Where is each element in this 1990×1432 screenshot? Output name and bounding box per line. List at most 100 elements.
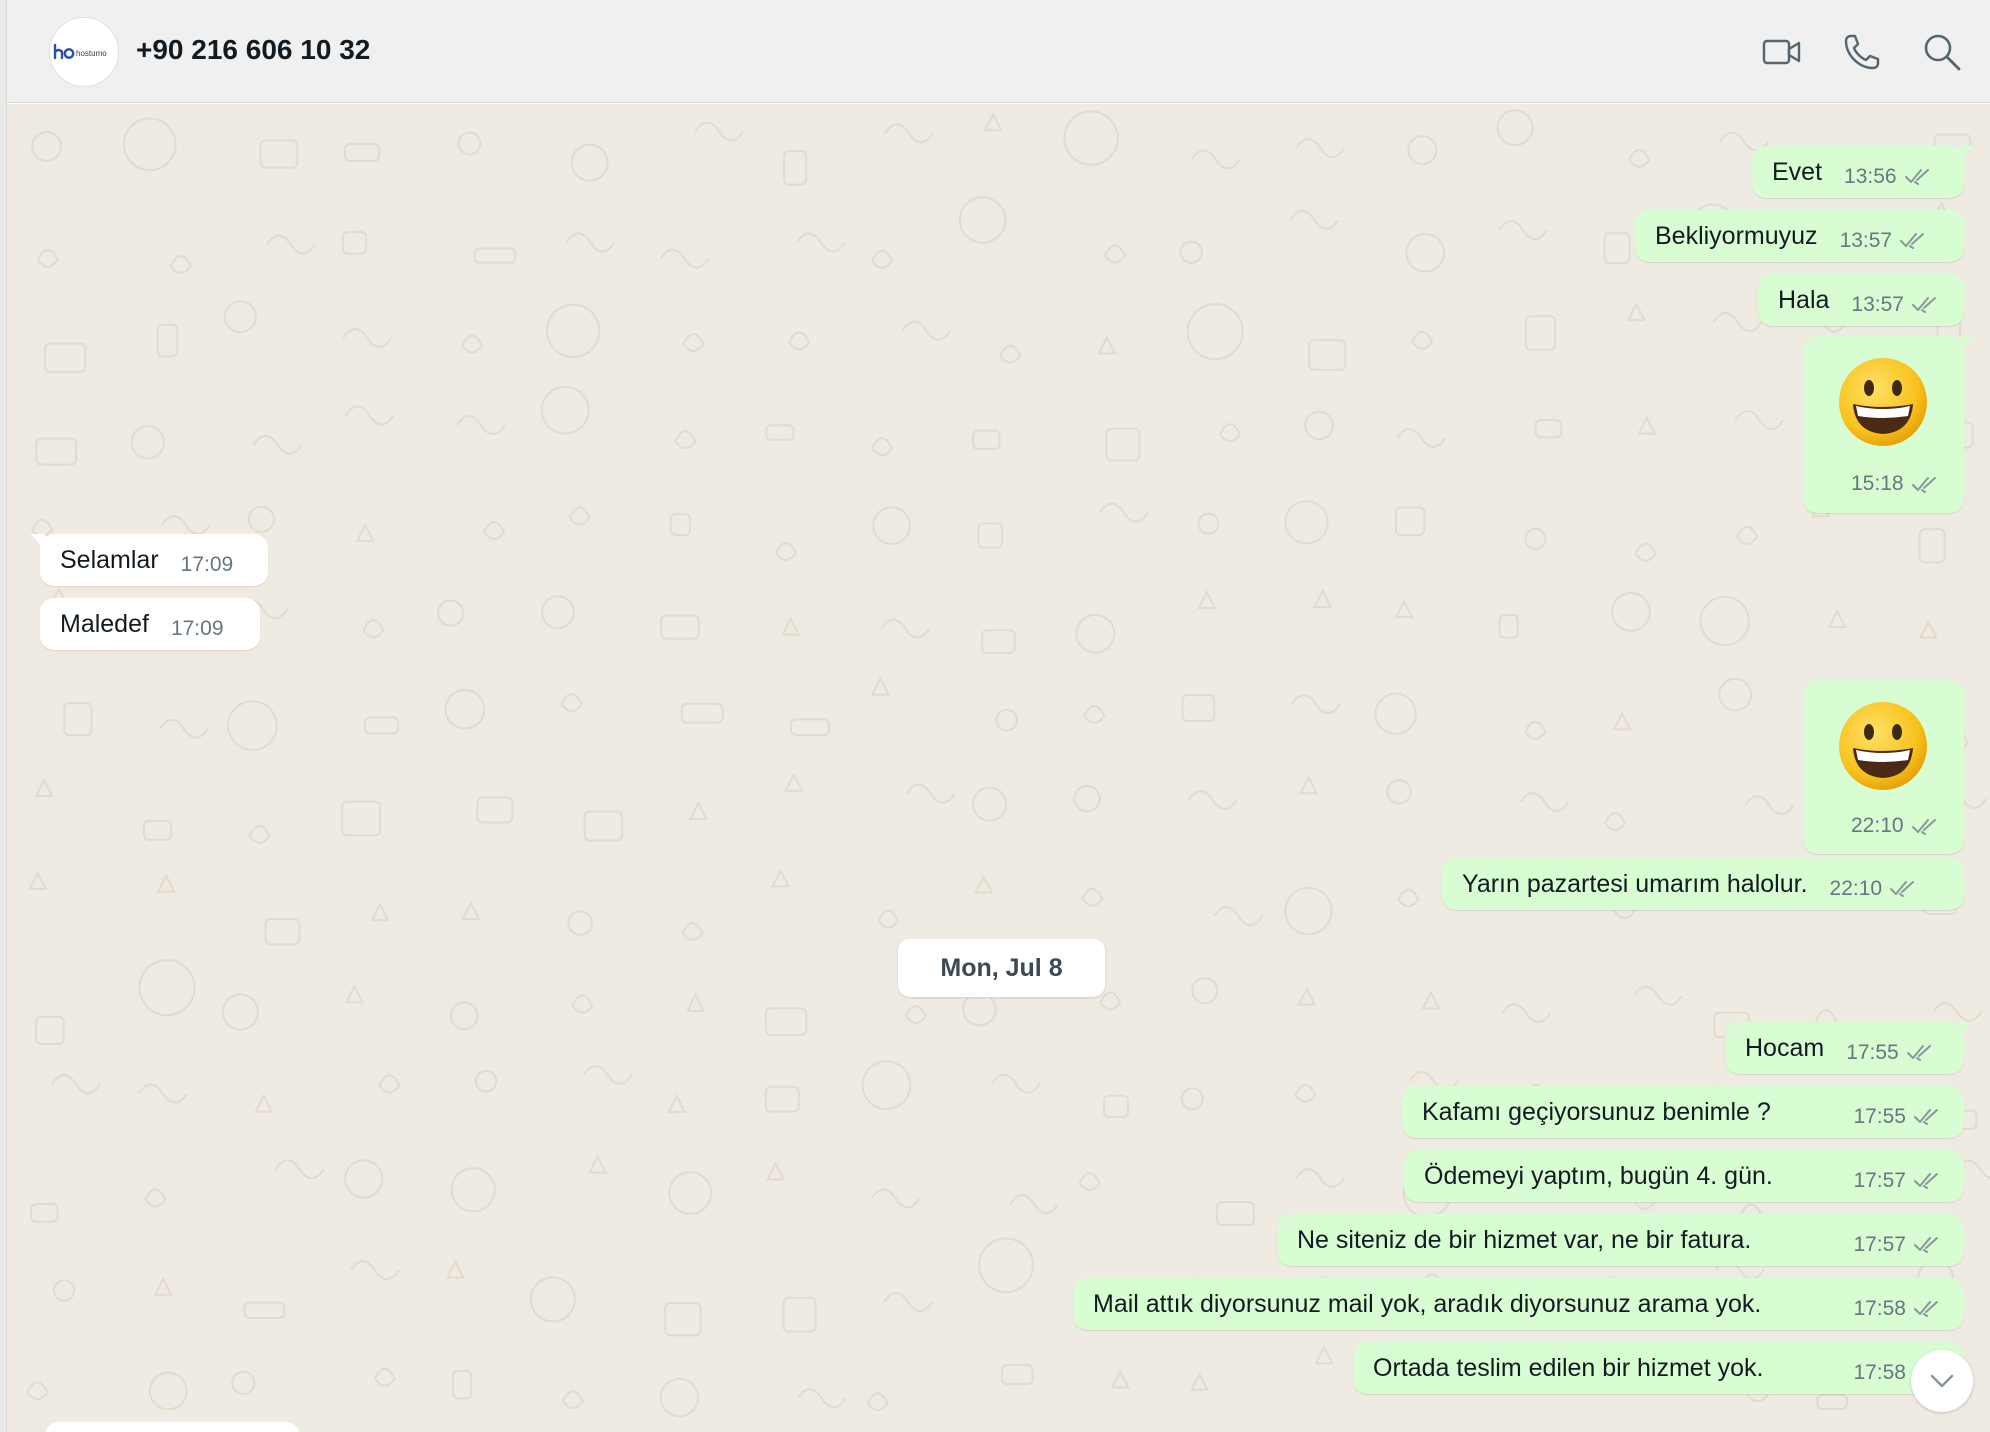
wallpaper-doodle xyxy=(1295,1168,1346,1189)
wallpaper-doodle xyxy=(231,1370,256,1396)
wallpaper-doodle xyxy=(1718,677,1753,712)
message-time: 22:10 xyxy=(1829,877,1883,900)
wallpaper-doodle xyxy=(977,522,1004,549)
wallpaper-doodle xyxy=(1284,886,1333,936)
wallpaper-doodle xyxy=(350,1260,400,1281)
wallpaper-doodle xyxy=(1634,542,1657,562)
wallpaper-doodle xyxy=(1197,512,1220,535)
search-icon[interactable] xyxy=(1920,30,1964,74)
wallpaper-doodle xyxy=(1181,693,1216,723)
message-bubble-incoming[interactable]: Maledef 17:09 xyxy=(40,598,260,650)
wallpaper-doodle xyxy=(344,983,365,1004)
message-bubble-outgoing[interactable]: Ödemeyi yaptım, bugün 4. gün. 17:57 xyxy=(1404,1150,1964,1202)
wallpaper-doodle xyxy=(457,131,482,156)
message-bubble-outgoing[interactable]: Hocam 17:55 xyxy=(1725,1022,1973,1074)
wallpaper-doodle xyxy=(223,300,257,334)
message-bubble-outgoing[interactable]: Yarın pazartesi umarım halolur. 22:10 xyxy=(1442,858,1964,910)
wallpaper-doodle xyxy=(782,1296,817,1333)
wallpaper-doodle xyxy=(169,255,192,275)
wallpaper-doodle xyxy=(774,542,798,562)
wallpaper-doodle xyxy=(450,1167,496,1213)
message-text: Kafamı geçiyorsunuz benimle ? xyxy=(1422,1097,1771,1126)
wallpaper-doodle xyxy=(221,993,259,1031)
wallpaper-doodle xyxy=(582,1064,633,1085)
message-bubble-outgoing[interactable]: Ortada teslim edilen bir hizmet yok. 17:… xyxy=(1353,1342,1964,1394)
message-bubble-incoming[interactable]: Selamlar 17:09 xyxy=(31,534,268,586)
avatar[interactable]: hostumo xyxy=(49,17,119,87)
wallpaper-doodle xyxy=(765,1161,786,1181)
wallpaper-doodle xyxy=(1918,528,1946,564)
read-ticks-icon xyxy=(1911,819,1936,835)
window-edge xyxy=(0,0,7,1432)
read-ticks-icon xyxy=(1900,233,1925,249)
chat-area[interactable]: Evet 13:56 Bekliyormuyuz 13:57 Hala 13:5… xyxy=(7,104,1990,1432)
contact-name[interactable]: +90 216 606 10 32 xyxy=(136,34,370,66)
wallpaper-doodle xyxy=(783,149,808,186)
wallpaper-doodle xyxy=(1628,148,1651,168)
message-bubble-outgoing[interactable]: Ne siteniz de bir hizmet var, ne bir fat… xyxy=(1277,1214,1964,1266)
wallpaper-doodle xyxy=(529,1276,576,1323)
message-bubble-outgoing[interactable]: Kafamı geçiyorsunuz benimle ? 17:55 xyxy=(1402,1086,1964,1138)
wallpaper-doodle xyxy=(694,121,745,142)
wallpaper-doodle xyxy=(452,1369,473,1400)
scroll-to-bottom-button[interactable] xyxy=(1911,1350,1973,1412)
video-call-icon[interactable] xyxy=(1760,30,1804,74)
svg-text:hostumo: hostumo xyxy=(76,49,107,58)
wallpaper-doodle xyxy=(883,1292,933,1313)
wallpaper-doodle xyxy=(545,303,601,359)
wallpaper-doodle xyxy=(682,332,705,352)
wallpaper-doodle xyxy=(160,515,211,536)
wallpaper-doodle xyxy=(870,1188,921,1209)
message-emoji-outgoing[interactable]: 15:18 xyxy=(1803,336,1973,513)
wallpaper-doodle xyxy=(474,1069,498,1093)
wallpaper-doodle xyxy=(540,595,575,630)
wallpaper-doodle xyxy=(901,320,952,341)
message-text: Hocam xyxy=(1745,1033,1825,1062)
wallpaper-doodle xyxy=(1604,812,1627,832)
message-text: Maledef xyxy=(60,609,149,638)
wallpaper-doodle xyxy=(681,922,704,942)
wallpaper-doodle xyxy=(560,693,583,713)
wallpaper-doodle xyxy=(1083,704,1106,724)
wallpaper-doodle xyxy=(904,1005,927,1025)
wallpaper-doodle xyxy=(1626,301,1646,322)
message-time: 17:58 xyxy=(1853,1297,1906,1320)
wallpaper-doodle xyxy=(1009,1194,1059,1215)
wallpaper-doodle xyxy=(1098,502,1149,523)
message-emoji-outgoing[interactable]: 22:10 xyxy=(1803,680,1964,854)
message-bubble-outgoing[interactable]: Hala 13:57 xyxy=(1758,274,1964,326)
read-ticks-icon xyxy=(1914,1237,1938,1253)
message-time: 15:18 xyxy=(1851,472,1904,495)
wallpaper-doodle xyxy=(871,437,894,457)
wallpaper-doodle xyxy=(1308,339,1347,371)
wallpaper-doodle xyxy=(1633,985,1683,1006)
message-text: Ödemeyi yaptım, bugün 4. gün. xyxy=(1424,1161,1773,1190)
wallpaper-doodle xyxy=(456,415,506,436)
wallpaper-doodle xyxy=(567,910,593,936)
wallpaper-doodle xyxy=(680,702,724,724)
wallpaper-doodle xyxy=(999,344,1022,364)
wallpaper-doodle xyxy=(972,429,1001,451)
wallpaper-doodle xyxy=(789,718,831,737)
wallpaper-doodle xyxy=(877,909,900,929)
message-text: Ortada teslim edilen bir hizmet yok. xyxy=(1373,1353,1764,1382)
message-text: Hala xyxy=(1778,285,1830,314)
voice-call-icon[interactable] xyxy=(1840,30,1884,74)
wallpaper-doodle xyxy=(1304,410,1334,441)
wallpaper-doodle xyxy=(1827,608,1847,629)
message-bubble-outgoing[interactable]: Evet 13:56 xyxy=(1752,146,1973,198)
message-bubble-outgoing[interactable]: Bekliyormuyuz 13:57 xyxy=(1635,210,1964,262)
wallpaper-doodle xyxy=(1105,427,1141,462)
message-text: Yarın pazartesi umarım halolur. xyxy=(1462,869,1808,898)
message-bubble-outgoing[interactable]: Mail attık diyorsunuz mail yok, aradık d… xyxy=(1073,1278,1964,1330)
message-bubble-incoming-partial[interactable] xyxy=(45,1422,300,1432)
wallpaper-doodle xyxy=(461,334,484,354)
wallpaper-doodle xyxy=(264,917,301,946)
wallpaper-doodle xyxy=(445,1259,466,1279)
wallpaper-doodle xyxy=(1411,330,1434,350)
wallpaper-doodle xyxy=(130,425,166,460)
wallpaper-doodle xyxy=(570,143,609,182)
wallpaper-doodle xyxy=(688,800,709,820)
wallpaper-doodle xyxy=(664,1302,702,1337)
message-time: 17:57 xyxy=(1853,1169,1906,1192)
